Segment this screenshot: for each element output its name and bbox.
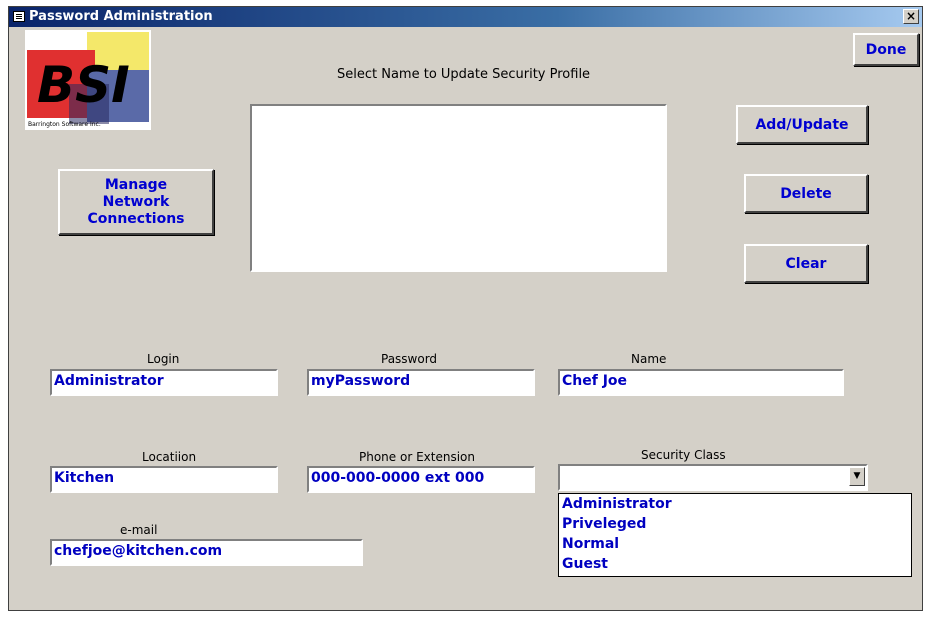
add-update-button[interactable]: Add/Update <box>736 105 868 144</box>
svg-text:BSI: BSI <box>37 56 130 114</box>
clear-button[interactable]: Clear <box>744 244 868 283</box>
bsi-logo-graphic: BSI Barrington Software Inc. <box>25 30 151 130</box>
password-administration-window: Password Administration × BSI Barrington… <box>8 6 923 611</box>
phone-field[interactable]: 000-000-0000 ext 000 <box>307 466 535 493</box>
window-title: Password Administration <box>29 9 213 24</box>
option-administrator[interactable]: Administrator <box>559 494 911 514</box>
security-class-label: Security Class <box>641 448 726 462</box>
login-label: Login <box>147 352 180 366</box>
option-normal[interactable]: Normal <box>559 534 911 555</box>
name-listbox[interactable] <box>250 104 667 272</box>
phone-label: Phone or Extension <box>359 450 475 464</box>
login-field[interactable]: Administrator <box>50 369 278 396</box>
close-button[interactable]: × <box>903 9 919 24</box>
form-icon <box>13 11 25 22</box>
title-bar[interactable]: Password Administration × <box>9 7 922 27</box>
dropdown-arrow-icon[interactable]: ▼ <box>849 467 865 486</box>
email-label: e-mail <box>120 523 158 537</box>
name-field[interactable]: Chef Joe <box>558 369 844 396</box>
manage-network-connections-button[interactable]: Manage Network Connections <box>58 169 214 235</box>
name-label: Name <box>631 352 667 366</box>
option-priveleged[interactable]: Priveleged <box>559 514 911 534</box>
done-button[interactable]: Done <box>853 33 919 66</box>
instruction-label: Select Name to Update Security Profile <box>337 67 591 82</box>
password-label: Password <box>381 352 438 366</box>
delete-button[interactable]: Delete <box>744 174 868 213</box>
bsi-logo: BSI Barrington Software Inc. <box>25 30 151 130</box>
password-field[interactable]: myPassword <box>307 369 535 396</box>
security-class-combo[interactable]: ▼ <box>558 464 868 491</box>
security-class-dropdown-list[interactable]: Administrator Priveleged Normal Guest <box>558 493 912 577</box>
location-label: Locatiion <box>142 450 197 464</box>
location-field[interactable]: Kitchen <box>50 466 278 493</box>
email-field[interactable]: chefjoe@kitchen.com <box>50 539 363 566</box>
svg-text:Barrington Software Inc.: Barrington Software Inc. <box>28 121 101 128</box>
option-guest[interactable]: Guest <box>559 555 911 574</box>
